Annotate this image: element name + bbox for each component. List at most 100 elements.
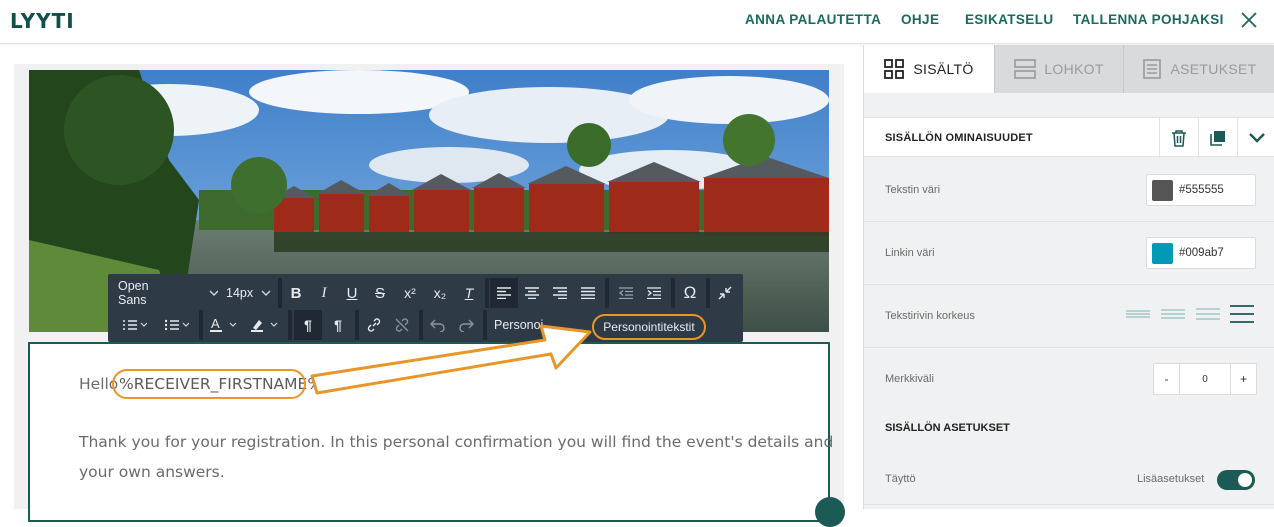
duplicate-block-button[interactable] [1198,118,1237,158]
toolbar-divider [485,278,489,308]
top-bar: LYYTI ANNA PALAUTETTA OHJE ESIKATSELU TA… [0,0,1274,44]
content-settings-title: SISÄLLÖN ASETUKSET [885,422,1010,434]
indent-icon[interactable] [640,278,668,308]
tab-blocks-label: LOHKOT [1044,61,1104,77]
move-block-handle[interactable] [815,497,845,527]
line-height-normal-icon[interactable] [1161,307,1185,321]
decrement-button[interactable]: - [1154,364,1180,394]
tab-settings[interactable]: ASETUKSET [1123,45,1274,93]
text-color-picker[interactable]: #555555 [1146,174,1256,206]
text-color-icon[interactable]: A [205,310,245,340]
content-properties-title: SISÄLLÖN OMINAISUUDET [885,132,1033,144]
properties-panel: SISÄLTÖ LOHKOT ASETUKSET SISÄLLÖN OMINAI… [863,45,1274,509]
align-center-icon[interactable] [518,278,546,308]
outdent-icon[interactable] [612,278,640,308]
toolbar-divider [671,278,675,308]
align-center-glyph [525,287,539,299]
ul-glyph [165,319,189,331]
align-left-glyph [497,287,511,299]
feedback-link[interactable]: ANNA PALAUTETTA [745,12,881,27]
outdent-glyph [619,287,633,299]
indent-glyph [647,287,661,299]
toolbar-divider [199,310,203,340]
copy-icon [1210,131,1225,146]
strikethrough-icon[interactable]: S [368,278,392,308]
personalization-button[interactable]: Personointitekstit [592,314,706,340]
tab-content-label: SISÄLTÖ [913,61,974,77]
align-right-icon[interactable] [546,278,574,308]
bullet-list-icon[interactable] [158,310,196,340]
special-chars-icon[interactable]: Ω [676,278,704,308]
grid-icon [884,59,905,79]
chevron-down-icon [209,290,218,296]
token-highlight [112,369,306,399]
letter-spacing-label: Merkkiväli [885,373,934,385]
fullscreen-exit-icon[interactable] [711,278,739,308]
tab-settings-label: ASETUKSET [1170,61,1257,77]
svg-text:A: A [211,317,220,331]
trash-icon [1172,130,1186,147]
row-divider [864,347,1274,348]
body-line-2: your own answers. [79,463,225,481]
link-color-swatch [1152,243,1173,264]
row-divider [864,504,1274,505]
collapse-glyph [718,286,732,300]
chevron-down-icon [1249,133,1265,143]
text-color-value: #555555 [1179,184,1224,196]
tab-blocks[interactable]: LOHKOT [994,45,1123,93]
toolbar-divider [706,278,710,308]
letter-spacing-input[interactable]: 0 [1180,364,1230,394]
ol-glyph [123,320,147,330]
fill-label: Täyttö [885,473,916,485]
link-color-label: Linkin väri [885,247,935,259]
toolbar-divider [605,278,609,308]
body-line-1: Thank you for your registration. In this… [79,433,834,451]
close-icon[interactable] [1239,10,1259,30]
chevron-down-icon [261,290,271,296]
align-justify-icon[interactable] [574,278,602,308]
more-settings-toggle[interactable] [1217,470,1255,490]
font-family-select[interactable]: Open Sans [118,278,218,308]
align-right-glyph [553,287,567,299]
superscript-icon[interactable]: x² [396,278,424,308]
bold-icon[interactable]: B [284,278,308,308]
more-settings-label: Lisäasetukset [1137,473,1205,485]
numbered-list-icon[interactable] [116,310,154,340]
help-link[interactable]: OHJE [901,12,939,27]
save-template-link[interactable]: TALLENNA POHJAKSI [1073,12,1224,27]
content-properties-header: SISÄLLÖN OMINAISUUDET [864,117,1274,158]
marker-glyph [251,320,278,332]
document-icon [1142,59,1161,79]
tab-content[interactable]: SISÄLTÖ [864,45,994,93]
underline-icon[interactable]: U [340,278,364,308]
font-family-value: Open Sans [118,279,149,307]
align-justify-glyph [581,287,595,299]
text-color-label: Tekstin väri [885,184,941,196]
blocks-icon [1014,59,1037,79]
line-height-relaxed-icon[interactable] [1196,307,1220,321]
subscript-icon[interactable]: x₂ [426,278,454,308]
delete-block-button[interactable] [1159,118,1198,158]
letter-spacing-stepper: - 0 + [1153,363,1257,395]
link-color-picker[interactable]: #009ab7 [1146,237,1256,269]
preview-link[interactable]: ESIKATSELU [965,12,1054,27]
highlight-color-icon[interactable] [246,310,286,340]
line-height-loose-icon[interactable] [1230,305,1254,323]
lyyti-logo[interactable]: LYYTI [10,9,75,33]
increment-button[interactable]: + [1230,364,1256,394]
line-height-compact-icon[interactable] [1126,307,1150,321]
annotation-arrow [310,324,592,395]
toolbar-divider [288,310,292,340]
toolbar-divider [278,278,282,308]
collapse-section-button[interactable] [1237,118,1274,158]
clear-format-icon[interactable]: T [456,278,482,308]
italic-icon[interactable]: I [312,278,336,308]
text-color-swatch [1152,180,1173,201]
font-size-select[interactable]: 14px [226,278,276,308]
row-divider [864,284,1274,285]
line-height-label: Tekstirivin korkeus [885,310,975,322]
font-color-glyph: A [210,317,237,332]
link-color-value: #009ab7 [1179,247,1224,259]
row-divider [864,221,1274,222]
align-left-icon[interactable] [490,278,518,308]
